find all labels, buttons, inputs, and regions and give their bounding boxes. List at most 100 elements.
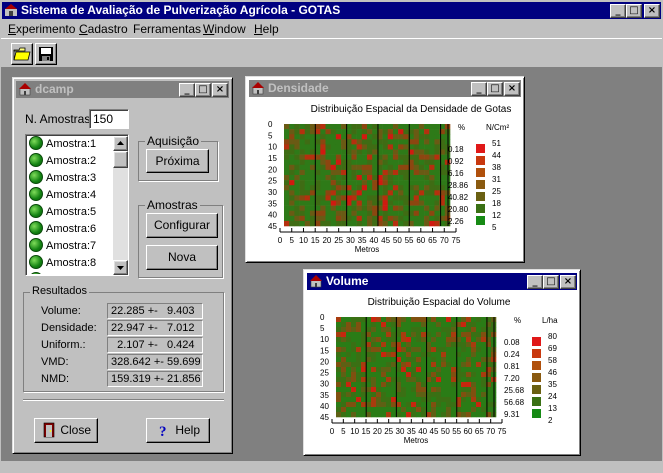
list-item-label: Amostra:5 <box>46 206 97 218</box>
heatmap-cell <box>441 317 447 323</box>
heatmap-cell <box>361 154 368 160</box>
heatmap-cell <box>431 377 437 383</box>
list-item[interactable]: Amostra:8 <box>27 255 113 272</box>
list-item[interactable]: Amostra:9 <box>27 272 113 274</box>
volume-minimize-button[interactable]: _ <box>527 275 543 289</box>
help-button[interactable]: ? Help <box>146 418 210 443</box>
heatmap-cell <box>336 412 342 418</box>
close-button[interactable]: Close <box>34 418 98 443</box>
list-item[interactable]: Amostra:1 <box>27 136 113 153</box>
heatmap-cell <box>361 337 367 343</box>
heatmap-cell <box>429 124 435 130</box>
heatmap-cell <box>315 180 321 186</box>
app-minimize-button[interactable]: _ <box>610 4 626 18</box>
heatmap-cell <box>356 139 363 145</box>
volume-window[interactable]: Volume _ □ × Distribuição Espacial do Vo… <box>303 269 581 456</box>
legend-value: 38 <box>492 163 501 172</box>
list-item[interactable]: Amostra:4 <box>27 187 113 204</box>
heatmap-cell <box>406 367 412 373</box>
heatmap-cell <box>406 412 412 418</box>
heatmap-cell <box>315 195 321 201</box>
heatmap-cell <box>434 185 440 191</box>
heatmap-cell <box>476 357 482 363</box>
menu-help[interactable]: Help <box>254 22 279 36</box>
menu-window[interactable]: Window <box>203 22 246 36</box>
app-maximize-button[interactable]: □ <box>626 4 642 18</box>
heatmap-cell <box>481 402 487 408</box>
heatmap-cell <box>289 144 295 150</box>
densidade-window[interactable]: Densidade _ □ × Distribuição Espacial da… <box>245 76 525 263</box>
heatmap-cell <box>441 327 447 333</box>
heatmap-cell <box>387 195 394 201</box>
heatmap-cell <box>424 129 430 135</box>
heatmap-cell <box>391 317 397 323</box>
open-button[interactable] <box>11 43 33 65</box>
heatmap-cell <box>413 139 420 145</box>
legend-percent: 28.86 <box>448 181 469 190</box>
heatmap-cell <box>406 402 412 408</box>
heatmap-cell <box>446 317 452 323</box>
densidade-title-bar[interactable]: Densidade _ □ × <box>249 80 521 97</box>
dcamp-maximize-button[interactable]: □ <box>195 83 211 97</box>
nova-button[interactable]: Nova <box>146 245 218 270</box>
dcamp-window[interactable]: dcamp _ □ × N. Amostras: 150 Amostra:1 Am… <box>12 77 233 454</box>
heatmap-cell <box>341 215 347 222</box>
heatmap-cell <box>418 180 425 186</box>
heatmap-cell <box>451 347 457 353</box>
proxima-button[interactable]: Próxima <box>146 149 209 173</box>
heatmap-cell <box>294 220 300 227</box>
heatmap-cell <box>351 195 357 201</box>
green-ball-icon <box>29 187 43 201</box>
heatmap-cell <box>366 412 372 418</box>
scroll-up-button[interactable] <box>113 136 128 151</box>
x-tick-label: 30 <box>346 236 355 245</box>
volume-maximize-button[interactable]: □ <box>543 275 559 289</box>
list-item[interactable]: Amostra:5 <box>27 204 113 221</box>
volume-close-button[interactable]: × <box>560 275 576 289</box>
heatmap-cell <box>367 175 373 181</box>
list-item[interactable]: Amostra:6 <box>27 221 113 238</box>
heatmap-cell <box>325 164 331 171</box>
scroll-down-button[interactable] <box>113 260 128 275</box>
heatmap-cell <box>367 215 373 222</box>
heatmap-cell <box>356 362 362 368</box>
heatmap-cell <box>346 367 352 373</box>
samples-list[interactable]: Amostra:1 Amostra:2 Amostra:3 Amostra:4 Amos… <box>25 134 129 276</box>
densidade-close-button[interactable]: × <box>504 82 520 96</box>
heatmap-cell <box>361 169 368 176</box>
heatmap-cell <box>436 317 442 323</box>
list-item[interactable]: Amostra:3 <box>27 170 113 187</box>
heatmap-cell <box>366 317 372 323</box>
list-item[interactable]: Amostra:2 <box>27 153 113 170</box>
heatmap-cell <box>335 164 342 171</box>
scroll-thumb[interactable] <box>113 151 128 168</box>
heatmap-cell <box>382 144 389 150</box>
densidade-maximize-button[interactable]: □ <box>487 82 503 96</box>
nova-label: Nova <box>167 250 196 264</box>
n-amostras-input[interactable]: 150 <box>89 109 129 129</box>
list-item[interactable]: Amostra:7 <box>27 238 113 255</box>
legend-percent: 0.24 <box>504 350 520 359</box>
heatmap-cell <box>434 175 440 181</box>
menu-cadastro[interactable]: Cadastro <box>79 22 128 36</box>
samples-scrollbar[interactable] <box>113 136 128 275</box>
densidade-minimize-button[interactable]: _ <box>471 82 487 96</box>
menu-experimento[interactable]: Experimento <box>8 22 75 36</box>
heatmap-cell <box>330 129 337 135</box>
app-close-button[interactable]: × <box>644 4 660 18</box>
dcamp-close-button[interactable]: × <box>212 83 228 97</box>
heatmap-cell <box>351 169 357 176</box>
save-button[interactable] <box>35 43 57 65</box>
heatmap-cell <box>372 159 378 166</box>
heatmap-cell <box>406 327 412 333</box>
dcamp-minimize-button[interactable]: _ <box>179 83 195 97</box>
menu-ferramentas[interactable]: Ferramentas <box>133 22 201 36</box>
heatmap-cell <box>451 367 457 373</box>
heatmap-cell <box>371 352 377 358</box>
dcamp-title-bar[interactable]: dcamp _ □ × <box>16 81 229 98</box>
configurar-button[interactable]: Configurar <box>146 213 218 238</box>
heatmap-cell <box>309 129 316 135</box>
volume-title-bar[interactable]: Volume _ □ × <box>307 273 577 290</box>
heatmap-cell <box>476 332 482 338</box>
app-title-bar[interactable]: Sistema de Avaliação de Pulverização Agr… <box>2 2 661 19</box>
